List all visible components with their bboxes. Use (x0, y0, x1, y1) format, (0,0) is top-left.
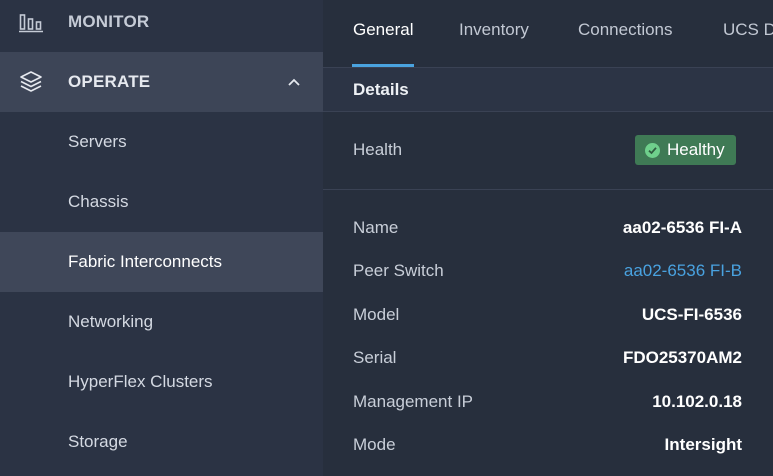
property-label: Model (353, 305, 400, 324)
tab-ucs-d[interactable]: UCS D (723, 20, 773, 40)
property-row-mode: Mode Intersight (323, 430, 773, 460)
status-badge: Healthy (635, 135, 736, 165)
details-title: Details (353, 80, 409, 99)
sidebar-item-label: HyperFlex Clusters (68, 372, 213, 391)
sidebar-item-label: Chassis (68, 192, 129, 211)
tab-bar: General Inventory Connections UCS D (323, 0, 773, 68)
bar-chart-icon (18, 9, 44, 35)
property-label: Name (353, 218, 399, 237)
property-value: UCS-FI-6536 (641, 305, 742, 324)
sidebar-item-chassis[interactable]: Chassis (0, 172, 323, 232)
sidebar-item-storage[interactable]: Storage (0, 412, 323, 472)
property-value: aa02-6536 FI-A (622, 218, 742, 237)
sidebar: MONITOR OPERATE Servers Chassis Fabric I… (0, 0, 323, 476)
sidebar-item-label: Networking (68, 312, 154, 331)
property-row-model: Model UCS-FI-6536 (323, 300, 773, 330)
property-label: Peer Switch (353, 261, 444, 280)
property-row-name: Name aa02-6536 FI-A (323, 213, 773, 243)
details-header: Details (323, 68, 773, 112)
property-row-serial: Serial FDO25370AM2 (323, 343, 773, 373)
property-row-peer-switch: Peer Switch aa02-6536 FI-B (323, 256, 773, 286)
sidebar-item-fabric-interconnects[interactable]: Fabric Interconnects (0, 232, 323, 292)
tab-connections[interactable]: Connections (578, 20, 673, 40)
property-value: FDO25370AM2 (622, 348, 742, 367)
property-label: Management IP (353, 392, 474, 411)
check-circle-icon (645, 142, 660, 158)
health-status-text: Healthy (667, 140, 725, 159)
sidebar-item-hyperflex-clusters[interactable]: HyperFlex Clusters (0, 352, 323, 412)
layers-icon (18, 69, 44, 95)
sidebar-item-label: Fabric Interconnects (68, 252, 223, 271)
nav-operate-label: OPERATE (68, 72, 151, 91)
property-label: Mode (353, 435, 396, 454)
main-panel: General Inventory Connections UCS D Deta… (323, 0, 773, 476)
tab-inventory[interactable]: Inventory (459, 20, 529, 40)
active-tab-indicator (352, 64, 414, 67)
nav-monitor[interactable]: MONITOR (0, 0, 323, 52)
health-row: Health Healthy (323, 112, 773, 190)
chevron-up-icon[interactable] (287, 74, 301, 88)
nav-monitor-label: MONITOR (68, 12, 150, 31)
property-label: Serial (353, 348, 397, 367)
property-value: Intersight (664, 435, 742, 454)
sidebar-item-label: Servers (68, 132, 127, 151)
property-row-management-ip: Management IP 10.102.0.18 (323, 387, 773, 417)
sidebar-item-label: Storage (68, 432, 128, 451)
nav-operate[interactable]: OPERATE (0, 52, 323, 112)
tab-general[interactable]: General (353, 20, 413, 40)
health-label: Health (353, 140, 403, 159)
sidebar-item-networking[interactable]: Networking (0, 292, 323, 352)
sidebar-item-servers[interactable]: Servers (0, 112, 323, 172)
property-value: 10.102.0.18 (652, 392, 742, 411)
peer-switch-link[interactable]: aa02-6536 FI-B (624, 261, 742, 281)
